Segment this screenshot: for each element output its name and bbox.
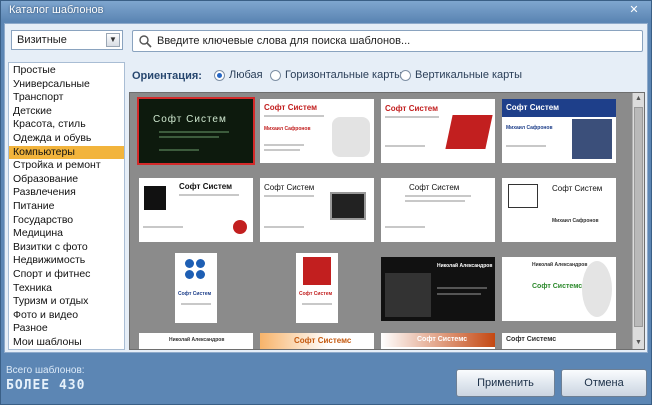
category-item[interactable]: Фото и видео xyxy=(9,309,124,323)
template-card[interactable]: Софт Систем Михаил Сафронов xyxy=(260,99,374,163)
social-icons xyxy=(185,259,205,287)
category-item[interactable]: Питание xyxy=(9,200,124,214)
category-item[interactable]: Медицина xyxy=(9,227,124,241)
orientation-any-radio[interactable]: Любая xyxy=(214,69,263,81)
template-company: Софт Систем xyxy=(552,184,603,193)
template-company: Софт Системс xyxy=(294,336,352,345)
template-company: Софт Систем xyxy=(299,291,333,297)
category-item[interactable]: Туризм и отдых xyxy=(9,295,124,309)
template-card[interactable]: Софт Систем Михаил Сафронов xyxy=(502,99,616,163)
category-item[interactable]: Детские xyxy=(9,105,124,119)
template-card[interactable]: Софт Систем xyxy=(137,97,255,165)
laptop-photo xyxy=(330,192,366,220)
template-company: Софт Систем xyxy=(179,182,233,191)
template-person: Михаил Сафронов xyxy=(552,218,599,224)
category-item[interactable]: Красота, стиль xyxy=(9,118,124,132)
logo-icon xyxy=(303,257,331,285)
orientation-any-label: Любая xyxy=(229,69,263,81)
template-person: Николай Александров xyxy=(437,263,493,269)
template-card[interactable]: Софт Систем Михаил Сафронов xyxy=(502,178,616,242)
catalog-window: Каталог шаблонов ✕ Визитные ▼ Введите кл… xyxy=(0,0,652,405)
template-person: Михаил Сафронов xyxy=(506,125,553,131)
scroll-down-icon[interactable]: ▼ xyxy=(633,337,644,349)
category-item[interactable]: Мои шаблоны xyxy=(9,336,124,350)
cancel-button[interactable]: Отмена xyxy=(561,369,647,397)
template-card[interactable]: Николай Александров xyxy=(139,333,253,349)
category-item[interactable]: Визитки с фото xyxy=(9,241,124,255)
category-item[interactable]: Государство xyxy=(9,214,124,228)
radio-selected-icon xyxy=(214,69,225,81)
template-card[interactable]: Софт Систем xyxy=(296,253,338,323)
apply-button[interactable]: Применить xyxy=(456,369,555,397)
category-list: Простые Универсальные Транспорт Детские Крас… xyxy=(8,62,125,350)
category-item[interactable]: Универсальные xyxy=(9,78,124,92)
circuit-graphic xyxy=(582,261,612,317)
template-person: Николай Александров xyxy=(532,262,588,268)
template-company: Софт Систем xyxy=(264,103,318,112)
client-area: Визитные ▼ Введите ключевые слова для по… xyxy=(4,23,648,353)
category-item[interactable]: Недвижимость xyxy=(9,254,124,268)
category-item[interactable]: Спорт и фитнес xyxy=(9,268,124,282)
hardware-photo xyxy=(572,119,612,159)
category-item[interactable]: Образование xyxy=(9,173,124,187)
search-placeholder: Введите ключевые слова для поиска шаблон… xyxy=(157,35,411,47)
category-type-value: Визитные xyxy=(17,34,67,46)
desk-icon xyxy=(144,186,166,210)
template-person: Николай Александров xyxy=(169,337,225,343)
template-company: Софт Систем xyxy=(506,103,560,112)
baby-photo xyxy=(332,117,370,157)
template-person: Михаил Сафронов xyxy=(264,126,311,132)
template-count-label: Всего шаблонов: xyxy=(6,365,85,376)
laptop-photo xyxy=(445,115,493,149)
template-company: Софт Систем xyxy=(409,183,460,192)
template-card[interactable]: Софт Систем xyxy=(175,253,217,323)
category-item[interactable]: Простые xyxy=(9,64,124,78)
hand-icon xyxy=(233,220,247,234)
template-company: Софт Систем xyxy=(178,291,212,297)
orientation-horizontal-label: Горизонтальные карты xyxy=(285,69,403,81)
template-gallery: Софт Систем Софт Систем Михаил Сафронов … xyxy=(129,92,645,350)
computer-icon xyxy=(508,184,538,208)
search-input[interactable]: Введите ключевые слова для поиска шаблон… xyxy=(132,30,643,52)
category-item[interactable]: Транспорт xyxy=(9,91,124,105)
category-item[interactable]: Техника xyxy=(9,282,124,296)
orientation-horizontal-radio[interactable]: Горизонтальные карты xyxy=(270,69,402,81)
template-company: Софт Системс xyxy=(417,336,468,343)
search-icon xyxy=(139,35,152,48)
template-card[interactable]: Софт Систем xyxy=(381,178,495,242)
template-card[interactable]: Софт Систем xyxy=(139,178,253,242)
template-company: Софт Системс xyxy=(506,336,557,343)
radio-icon xyxy=(270,69,281,81)
template-card[interactable]: Софт Системс xyxy=(381,333,495,349)
template-company: Софт Системс xyxy=(532,283,583,290)
chevron-down-icon[interactable]: ▼ xyxy=(106,33,120,47)
scroll-thumb[interactable] xyxy=(634,107,643,327)
template-card[interactable]: Николай Александров xyxy=(381,257,495,321)
template-card[interactable]: Софт Систем xyxy=(381,99,495,163)
template-card[interactable]: Софт Системс xyxy=(502,333,616,349)
category-item[interactable]: Стройка и ремонт xyxy=(9,159,124,173)
template-card[interactable]: Софт Системс xyxy=(260,333,374,349)
template-company: Софт Систем xyxy=(264,183,315,192)
template-card[interactable]: Софт Систем xyxy=(260,178,374,242)
category-item[interactable]: Разное xyxy=(9,322,124,336)
close-window-icon[interactable]: ✕ xyxy=(623,2,645,18)
template-company: Софт Систем xyxy=(153,114,227,125)
category-item[interactable]: Компьютеры xyxy=(9,145,124,160)
window-title: Каталог шаблонов xyxy=(9,4,104,16)
template-card[interactable]: Николай Александров Софт Системс xyxy=(502,257,616,321)
category-type-dropdown[interactable]: Визитные ▼ xyxy=(11,30,123,50)
orientation-label: Ориентация: xyxy=(132,70,202,82)
gallery-scrollbar[interactable]: ▲ ▼ xyxy=(632,93,644,349)
radio-icon xyxy=(400,69,411,81)
template-company: Софт Систем xyxy=(385,104,439,113)
keyboard-photo xyxy=(385,273,431,317)
orientation-vertical-radio[interactable]: Вертикальные карты xyxy=(400,69,522,81)
scroll-up-icon[interactable]: ▲ xyxy=(633,93,644,105)
template-count-value: БОЛЕЕ 430 xyxy=(6,378,86,393)
category-item[interactable]: Одежда и обувь xyxy=(9,132,124,146)
orientation-vertical-label: Вертикальные карты xyxy=(415,69,522,81)
category-item[interactable]: Развлечения xyxy=(9,186,124,200)
